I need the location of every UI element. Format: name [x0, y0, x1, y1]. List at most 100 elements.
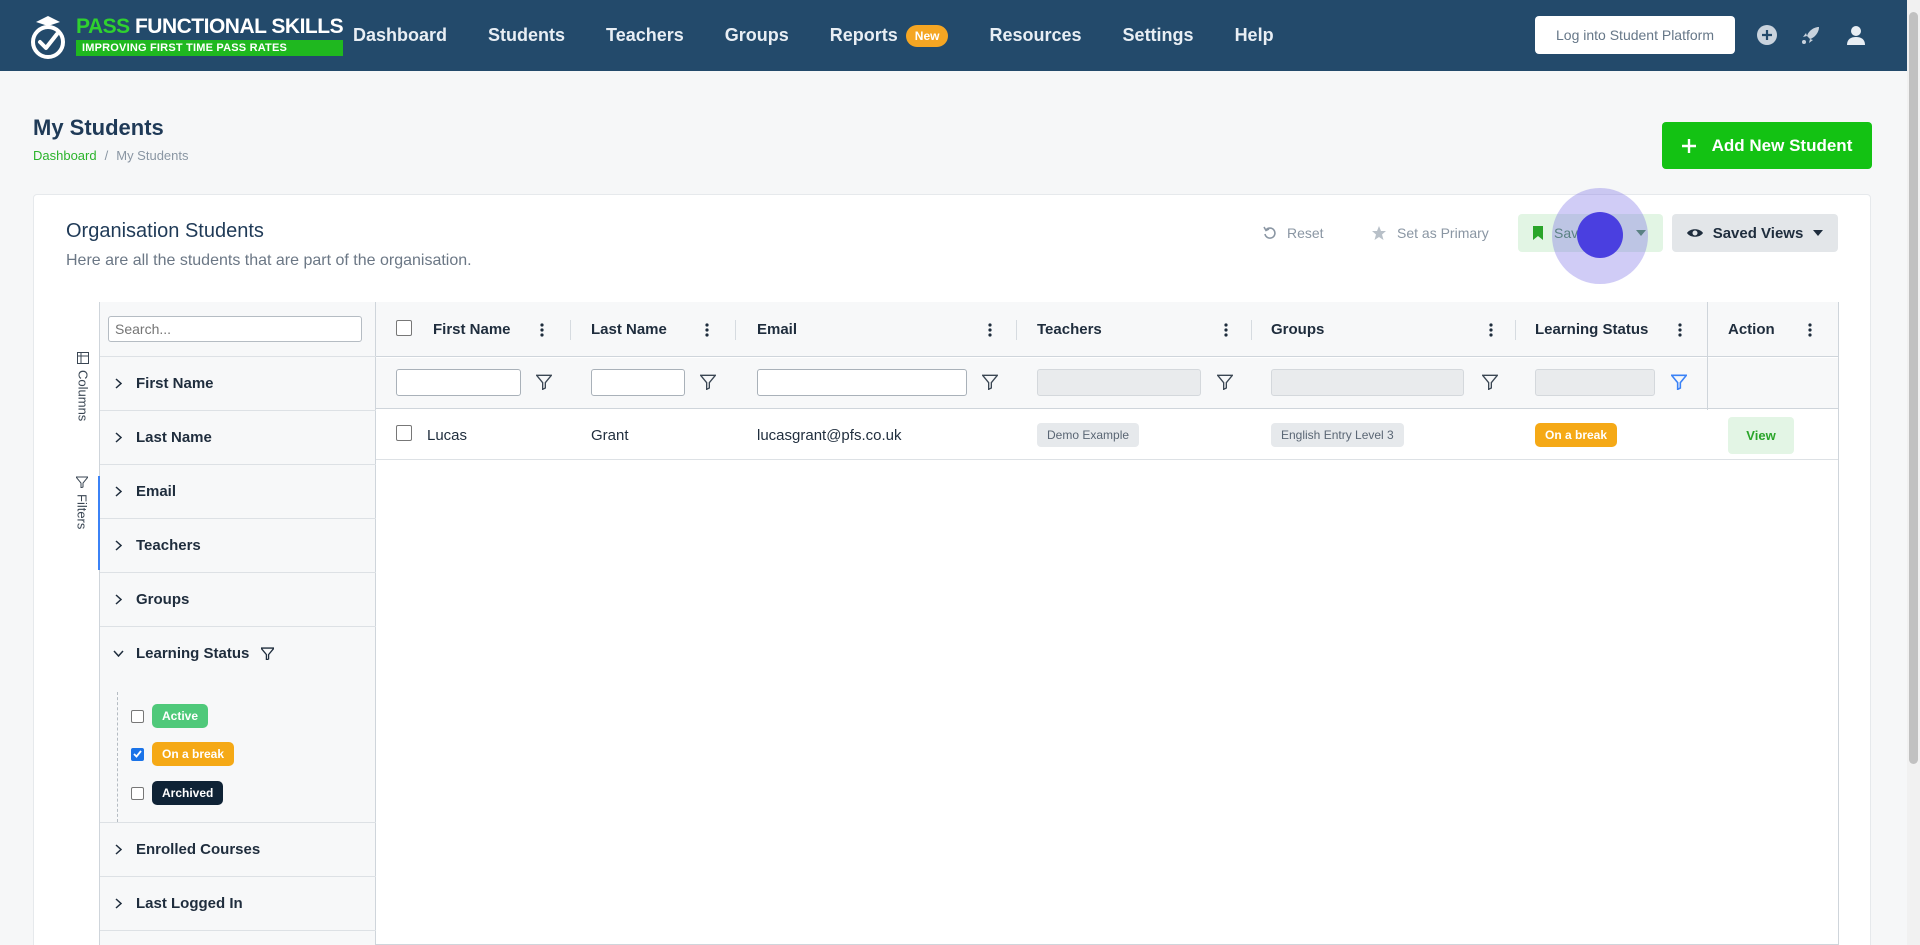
- chevron-right-icon: [112, 593, 124, 605]
- header-learning-status[interactable]: Learning Status: [1535, 302, 1648, 357]
- header-first-name[interactable]: First Name: [433, 302, 511, 357]
- status-archived-checkbox[interactable]: [131, 786, 144, 800]
- column-menu-icon[interactable]: [986, 320, 994, 340]
- last-name-filter-input[interactable]: [591, 369, 685, 396]
- scrollbar-thumb[interactable]: [1909, 12, 1918, 764]
- filter-row-learning-status[interactable]: Learning Status: [100, 626, 376, 680]
- nav-groups[interactable]: Groups: [725, 25, 789, 46]
- chevron-right-icon: [112, 485, 124, 497]
- reset-button[interactable]: Reset: [1263, 214, 1324, 252]
- filter-row-first-name[interactable]: First Name: [100, 356, 376, 410]
- status-option-archived[interactable]: Archived: [131, 781, 224, 805]
- select-all-checkbox[interactable]: [396, 320, 412, 336]
- filter-icon: [76, 476, 88, 488]
- nav-settings[interactable]: Settings: [1123, 25, 1194, 46]
- status-on-a-break-checkbox[interactable]: [131, 747, 144, 761]
- cell-email: lucasgrant@pfs.co.uk: [757, 426, 902, 444]
- group-tag: English Entry Level 3: [1271, 423, 1404, 447]
- chevron-right-icon: [112, 843, 124, 855]
- add-new-student-button[interactable]: Add New Student: [1662, 122, 1872, 169]
- filter-row-teachers[interactable]: Teachers: [100, 518, 376, 572]
- click-indicator-dot: [1577, 212, 1623, 258]
- user-icon[interactable]: [1845, 24, 1867, 46]
- nav-teachers[interactable]: Teachers: [606, 25, 684, 46]
- plus-circle-icon[interactable]: [1756, 24, 1778, 46]
- filter-row-enrolled-courses[interactable]: Enrolled Courses: [100, 822, 376, 876]
- status-archived-pill: Archived: [152, 781, 224, 805]
- table-row[interactable]: Lucas Grant lucasgrant@pfs.co.uk Demo Ex…: [376, 410, 1838, 460]
- nav-students[interactable]: Students: [488, 25, 565, 46]
- filter-active-icon[interactable]: [1671, 374, 1687, 390]
- breadcrumb-current: My Students: [116, 148, 189, 163]
- filter-icon[interactable]: [536, 374, 552, 390]
- filter-row-label: Groups: [136, 590, 190, 608]
- eye-icon: [1686, 229, 1703, 237]
- add-new-student-label: Add New Student: [1711, 135, 1853, 155]
- columns-tab-label: Columns: [75, 370, 91, 422]
- filters-tab[interactable]: Filters: [66, 476, 100, 570]
- status-on-a-break-pill: On a break: [152, 742, 235, 766]
- filter-row-label: Learning Status: [136, 644, 250, 662]
- status-active-checkbox[interactable]: [131, 709, 144, 723]
- status-active-pill: Active: [152, 704, 209, 728]
- brand-logo[interactable]: PASS FUNCTIONAL SKILLS IMPROVING FIRST T…: [28, 10, 344, 62]
- learning-status-filter-input: [1535, 369, 1655, 396]
- filter-row-last-logged-in[interactable]: Last Logged In: [100, 876, 376, 930]
- status-option-active[interactable]: Active: [131, 704, 209, 728]
- filter-row-email[interactable]: Email: [100, 464, 376, 518]
- column-menu-icon[interactable]: [1806, 320, 1814, 340]
- filter-row-last-name[interactable]: Last Name: [100, 410, 376, 464]
- column-menu-icon[interactable]: [1487, 320, 1495, 340]
- column-menu-icon[interactable]: [1222, 320, 1230, 340]
- email-filter-input[interactable]: [757, 369, 967, 396]
- filter-row-label: Last Name: [136, 428, 212, 446]
- nav-reports[interactable]: Reports New: [830, 24, 949, 47]
- column-menu-icon[interactable]: [1676, 320, 1684, 340]
- row-select-checkbox[interactable]: [396, 425, 412, 441]
- header-action[interactable]: Action: [1728, 302, 1775, 357]
- filters-tool-panel: First Name Last Name Email Teachers Grou…: [100, 302, 376, 945]
- nav-dashboard[interactable]: Dashboard: [353, 25, 447, 46]
- brand-name: FUNCTIONAL SKILLS: [134, 15, 344, 38]
- chevron-down-icon: [112, 647, 124, 659]
- chevron-right-icon: [112, 897, 124, 909]
- page-scrollbar[interactable]: [1907, 0, 1920, 945]
- nav-resources[interactable]: Resources: [989, 25, 1081, 46]
- first-name-filter-input[interactable]: [396, 369, 521, 396]
- star-icon: [1372, 226, 1386, 240]
- teachers-filter-input: [1037, 369, 1201, 396]
- breadcrumb: Dashboard / My Students: [33, 148, 189, 163]
- status-option-on-a-break[interactable]: On a break: [131, 742, 235, 766]
- filter-icon[interactable]: [1217, 374, 1233, 390]
- login-student-platform-button[interactable]: Log into Student Platform: [1535, 16, 1735, 54]
- column-menu-icon[interactable]: [703, 320, 711, 340]
- reset-label: Reset: [1287, 225, 1324, 241]
- header-last-name[interactable]: Last Name: [591, 302, 667, 357]
- filter-icon[interactable]: [982, 374, 998, 390]
- view-button[interactable]: View: [1728, 416, 1794, 454]
- column-menu-icon[interactable]: [538, 320, 546, 340]
- rocket-icon[interactable]: [1800, 24, 1822, 46]
- header-groups[interactable]: Groups: [1271, 302, 1324, 357]
- filter-row-label: Teachers: [136, 536, 201, 554]
- new-badge: New: [905, 24, 949, 47]
- chevron-right-icon: [112, 377, 124, 389]
- header-teachers[interactable]: Teachers: [1037, 302, 1102, 357]
- columns-icon: [77, 352, 89, 364]
- reset-icon: [1263, 226, 1276, 239]
- filter-row-label: Enrolled Courses: [136, 840, 261, 858]
- chevron-right-icon: [112, 539, 124, 551]
- filter-icon[interactable]: [1482, 374, 1498, 390]
- filters-search-input[interactable]: [108, 316, 362, 342]
- set-as-primary-button[interactable]: Set as Primary: [1371, 214, 1489, 252]
- breadcrumb-separator: /: [104, 148, 109, 163]
- header-email[interactable]: Email: [757, 302, 797, 357]
- saved-views-dropdown[interactable]: Saved Views: [1672, 214, 1838, 252]
- filter-row-groups[interactable]: Groups: [100, 572, 376, 626]
- logo-check-icon: [28, 12, 68, 60]
- floating-filter-row: [376, 358, 1838, 409]
- columns-tab[interactable]: Columns: [66, 352, 100, 421]
- filter-icon[interactable]: [700, 374, 716, 390]
- breadcrumb-dashboard-link[interactable]: Dashboard: [33, 148, 97, 163]
- nav-help[interactable]: Help: [1235, 25, 1274, 46]
